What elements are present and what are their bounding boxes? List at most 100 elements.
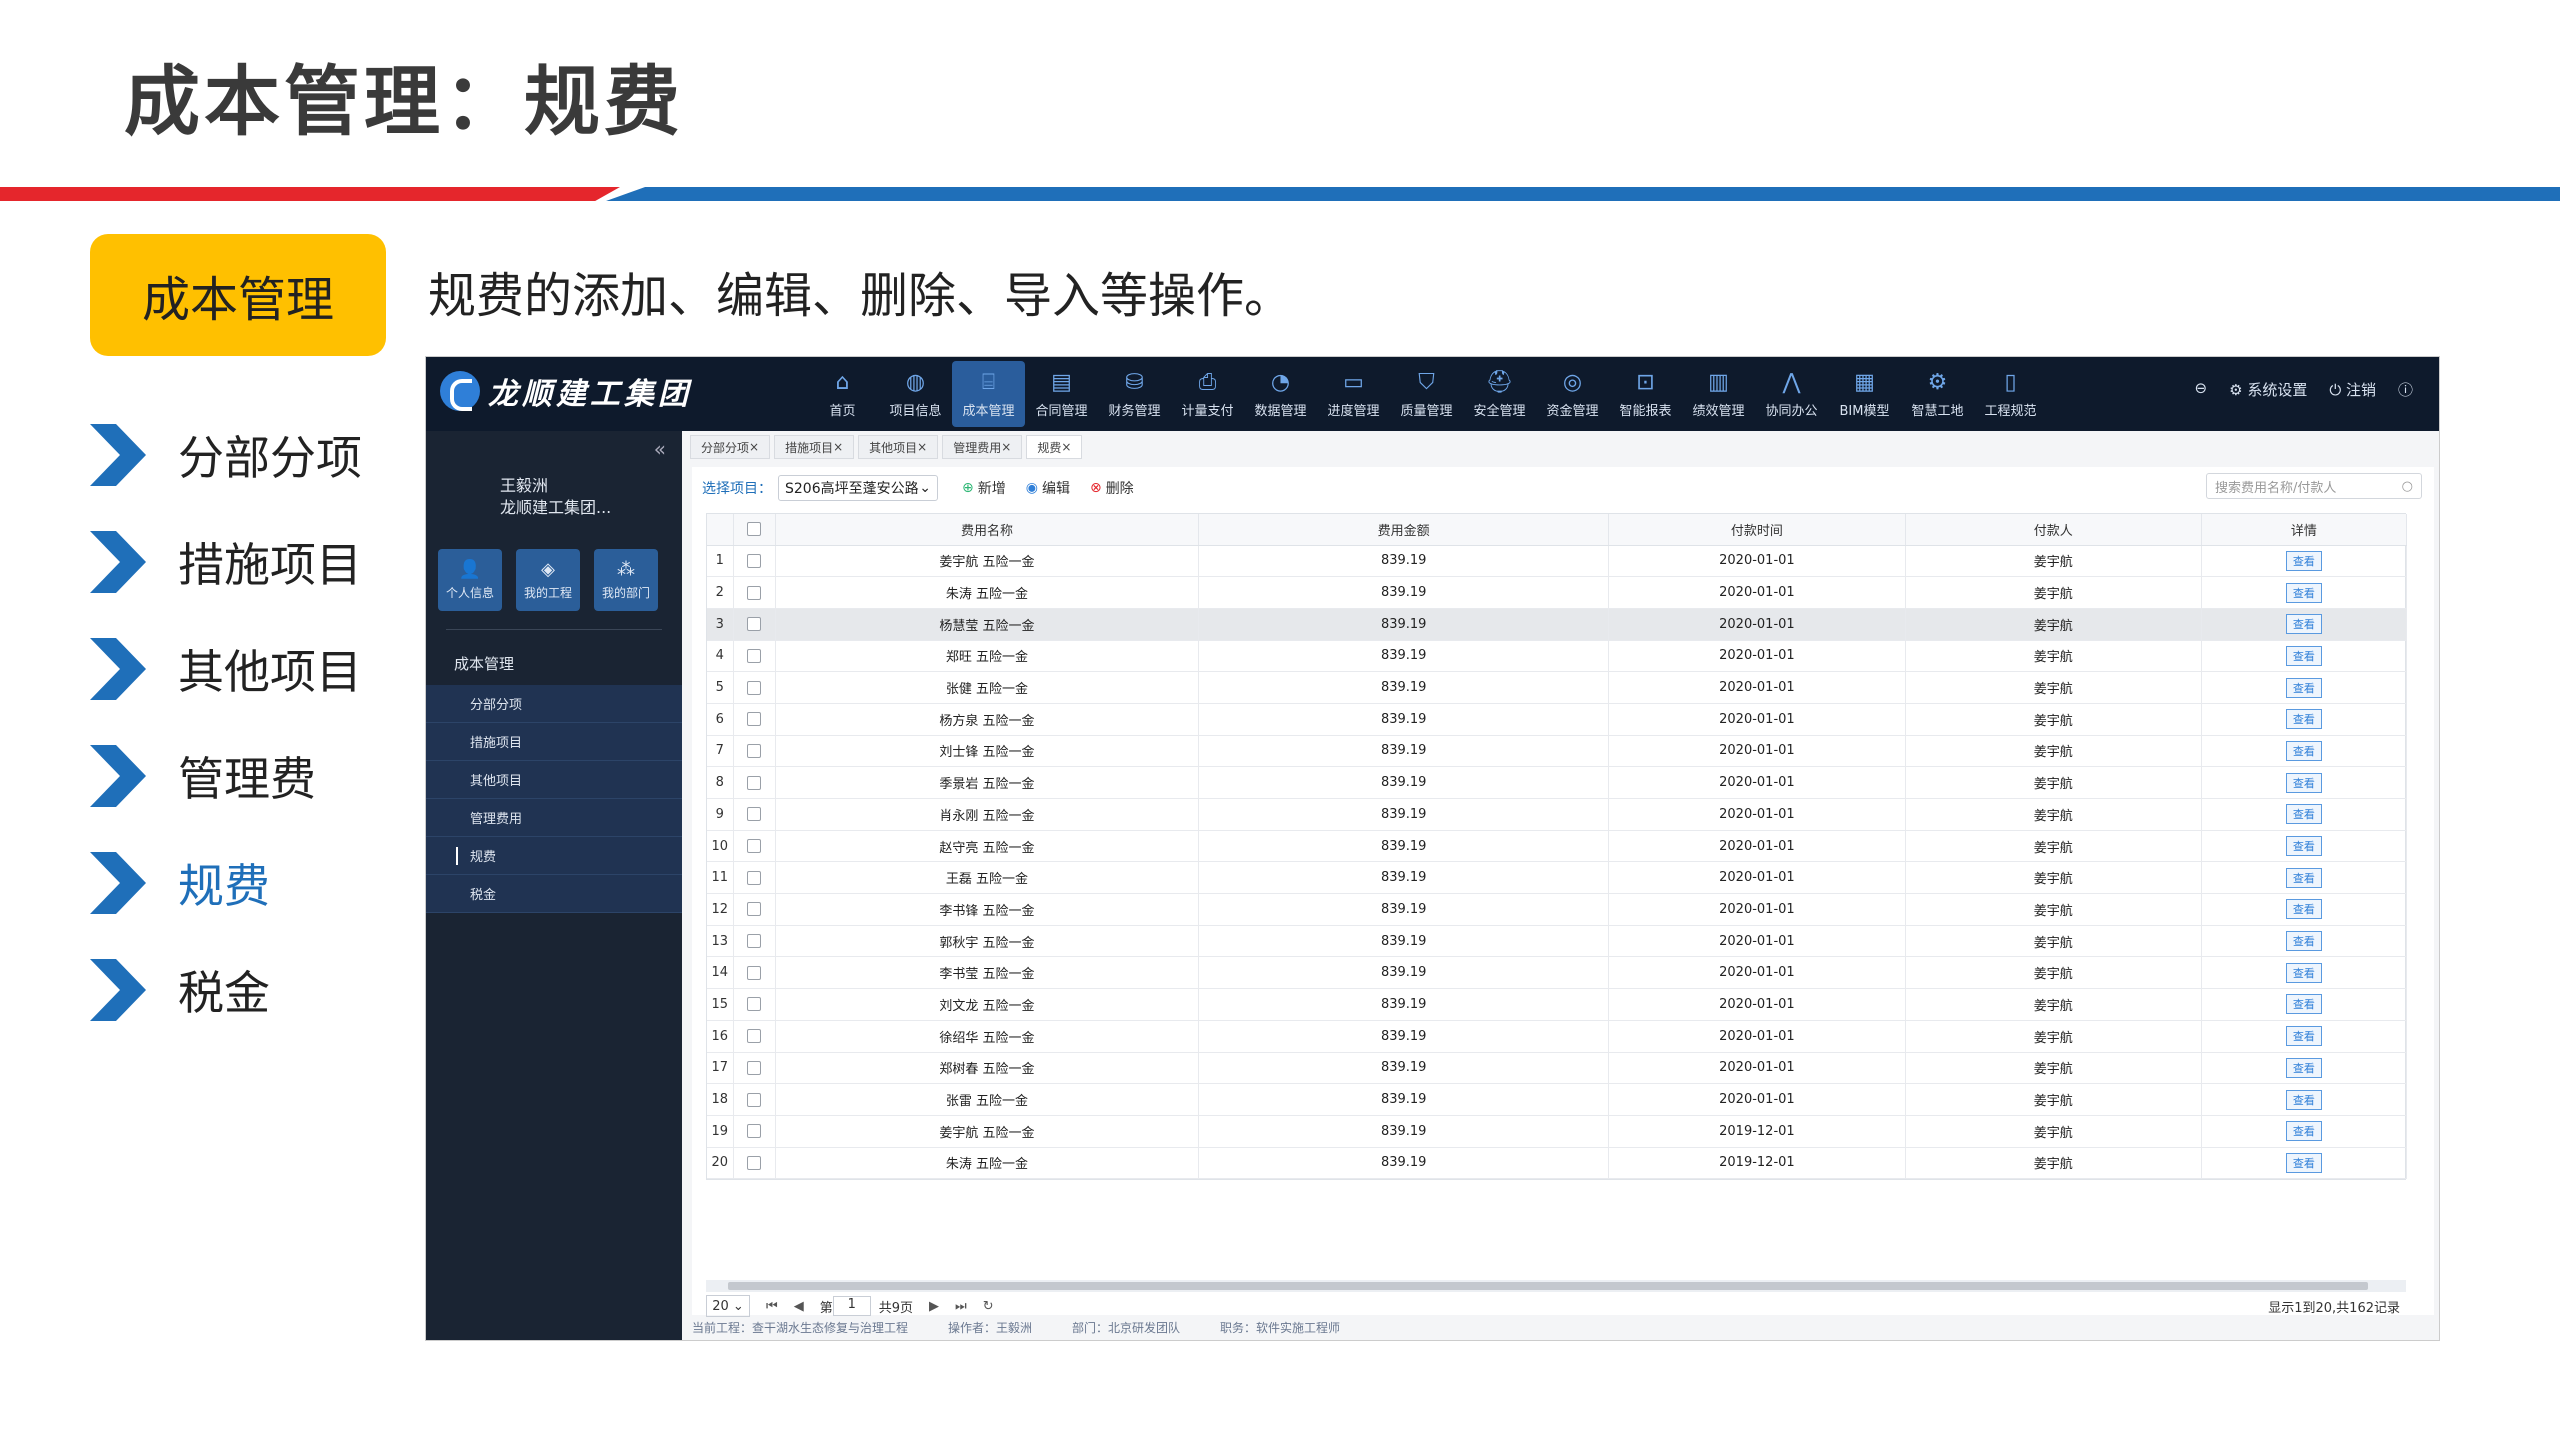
col-header-name[interactable]: 费用名称: [775, 514, 1200, 546]
row-checkbox-cell[interactable]: [733, 545, 776, 578]
close-icon[interactable]: ×: [1001, 440, 1011, 454]
table-row[interactable]: 3 杨慧莹 五险一金 839.19 2020-01-01 姜宇航 查看: [707, 608, 2408, 641]
message-icon[interactable]: ⊖: [2195, 379, 2208, 400]
checkbox[interactable]: [747, 1155, 762, 1170]
row-checkbox-cell[interactable]: [733, 608, 776, 641]
edit-button[interactable]: ◉ 编辑: [1026, 478, 1070, 498]
tab[interactable]: 分部分项 ×: [690, 435, 771, 459]
select-all-checkbox[interactable]: [733, 514, 776, 546]
table-row[interactable]: 1 姜宇航 五险一金 839.19 2020-01-01 姜宇航 查看: [707, 545, 2408, 578]
sidebar-item[interactable]: 管理费用: [426, 799, 682, 837]
table-row[interactable]: 19 姜宇航 五险一金 839.19 2019-12-01 姜宇航 查看: [707, 1115, 2408, 1148]
sidebar-item[interactable]: 分部分项: [426, 685, 682, 723]
checkbox[interactable]: [747, 1124, 762, 1139]
row-checkbox-cell[interactable]: [733, 925, 776, 958]
table-row[interactable]: 2 朱涛 五险一金 839.19 2020-01-01 姜宇航 查看: [707, 576, 2408, 609]
checkbox[interactable]: [747, 902, 762, 917]
row-checkbox-cell[interactable]: [733, 1083, 776, 1116]
tab[interactable]: 措施项目 ×: [774, 435, 855, 459]
sidebar-item[interactable]: 措施项目: [426, 723, 682, 761]
checkbox[interactable]: [747, 870, 762, 885]
delete-button[interactable]: ⊗ 删除: [1090, 478, 1134, 498]
row-checkbox-cell[interactable]: [733, 671, 776, 704]
checkbox[interactable]: [747, 743, 762, 758]
table-row[interactable]: 14 李书莹 五险一金 839.19 2020-01-01 姜宇航 查看: [707, 956, 2408, 990]
add-button[interactable]: ⊕ 新增: [962, 478, 1006, 498]
tab[interactable]: 其他项目 ×: [858, 435, 939, 459]
module-report[interactable]: ⊡ 智能报表: [1609, 361, 1682, 427]
view-button[interactable]: 查看: [2285, 1121, 2322, 1142]
col-header-date[interactable]: 付款时间: [1608, 514, 1906, 546]
row-checkbox-cell[interactable]: [733, 1020, 776, 1053]
checkbox[interactable]: [747, 1092, 762, 1107]
row-checkbox-cell[interactable]: [733, 703, 776, 736]
info-icon[interactable]: ⓘ: [2398, 379, 2413, 400]
project-select[interactable]: S206高坪至蓬安公路 ⌄: [778, 475, 938, 501]
row-checkbox-cell[interactable]: [733, 893, 776, 926]
module-progress[interactable]: ▭ 进度管理: [1317, 361, 1390, 427]
table-row[interactable]: 4 郑旺 五险一金 839.19 2020-01-01 姜宇航 查看: [707, 640, 2408, 673]
refresh-icon[interactable]: ↻: [983, 1299, 994, 1314]
module-contract[interactable]: ▤ 合同管理: [1025, 361, 1098, 427]
page-size-select[interactable]: 20 ⌄: [706, 1295, 750, 1317]
table-row[interactable]: 9 肖永刚 五险一金 839.19 2020-01-01 姜宇航 查看: [707, 798, 2408, 831]
view-button[interactable]: 查看: [2285, 740, 2322, 761]
checkbox[interactable]: [747, 617, 762, 632]
page-input[interactable]: 1: [832, 1296, 871, 1316]
view-button[interactable]: 查看: [2285, 962, 2322, 983]
module-bim[interactable]: ▦ BIM模型: [1828, 361, 1901, 427]
view-button[interactable]: 查看: [2285, 836, 2322, 857]
sidebar-group-title[interactable]: 成本管理: [454, 653, 514, 674]
checkbox[interactable]: [747, 965, 762, 980]
checkbox[interactable]: [747, 775, 762, 790]
table-row[interactable]: 10 赵守亮 五险一金 839.19 2020-01-01 姜宇航 查看: [707, 830, 2408, 863]
row-checkbox-cell[interactable]: [733, 1147, 776, 1180]
last-page-icon[interactable]: ⏭: [955, 1299, 967, 1314]
module-quality[interactable]: ⛉ 质量管理: [1390, 361, 1463, 427]
view-button[interactable]: 查看: [2285, 709, 2322, 730]
module-data[interactable]: ◔ 数据管理: [1244, 361, 1317, 427]
row-checkbox-cell[interactable]: [733, 576, 776, 609]
checkbox[interactable]: [747, 934, 762, 949]
module-payment[interactable]: ⎙ 计量支付: [1171, 361, 1244, 427]
view-button[interactable]: 查看: [2285, 677, 2322, 698]
checkbox[interactable]: [747, 648, 762, 663]
checkbox[interactable]: [747, 522, 762, 537]
search-input[interactable]: 搜索费用名称/付款人 ○: [2206, 473, 2422, 499]
view-button[interactable]: 查看: [2285, 1089, 2322, 1110]
checkbox[interactable]: [747, 553, 762, 568]
view-button[interactable]: 查看: [2285, 550, 2322, 571]
row-checkbox-cell[interactable]: [733, 861, 776, 895]
my-dept-button[interactable]: ⁂ 我的部门: [594, 549, 658, 611]
module-project[interactable]: ◍ 项目信息: [879, 361, 952, 427]
module-finance[interactable]: ⛁ 财务管理: [1098, 361, 1171, 427]
horizontal-scrollbar[interactable]: [706, 1280, 2406, 1292]
table-row[interactable]: 15 刘文龙 五险一金 839.19 2020-01-01 姜宇航 查看: [707, 988, 2408, 1021]
checkbox[interactable]: [747, 1060, 762, 1075]
module-spec[interactable]: ▯ 工程规范: [1974, 361, 2047, 427]
settings-link[interactable]: ⚙ 系统设置: [2229, 379, 2307, 400]
col-header-payer[interactable]: 付款人: [1905, 514, 2202, 546]
checkbox[interactable]: [747, 585, 762, 600]
tab[interactable]: 规费 ×: [1026, 435, 1083, 459]
module-home[interactable]: ⌂ 首页: [806, 361, 879, 427]
table-row[interactable]: 7 刘士锋 五险一金 839.19 2020-01-01 姜宇航 查看: [707, 735, 2408, 768]
module-site[interactable]: ⚙ 智慧工地: [1901, 361, 1974, 427]
checkbox[interactable]: [747, 680, 762, 695]
close-icon[interactable]: ×: [833, 440, 843, 454]
col-header-detail[interactable]: 详情: [2201, 514, 2408, 546]
collapse-icon[interactable]: «: [654, 437, 666, 461]
row-checkbox-cell[interactable]: [733, 766, 776, 799]
table-row[interactable]: 13 郭秋宇 五险一金 839.19 2020-01-01 姜宇航 查看: [707, 925, 2408, 958]
sidebar-item[interactable]: 其他项目: [426, 761, 682, 799]
view-button[interactable]: 查看: [2285, 994, 2322, 1015]
view-button[interactable]: 查看: [2285, 931, 2322, 952]
row-checkbox-cell[interactable]: [733, 956, 776, 990]
module-safety[interactable]: ⛑ 安全管理: [1463, 361, 1536, 427]
checkbox[interactable]: [747, 997, 762, 1012]
logout-link[interactable]: ⏻ 注销: [2329, 379, 2376, 400]
table-row[interactable]: 16 徐绍华 五险一金 839.19 2020-01-01 姜宇航 查看: [707, 1020, 2408, 1053]
row-checkbox-cell[interactable]: [733, 798, 776, 831]
first-page-icon[interactable]: ⏮: [766, 1299, 778, 1314]
col-header-amount[interactable]: 费用金额: [1198, 514, 1610, 546]
